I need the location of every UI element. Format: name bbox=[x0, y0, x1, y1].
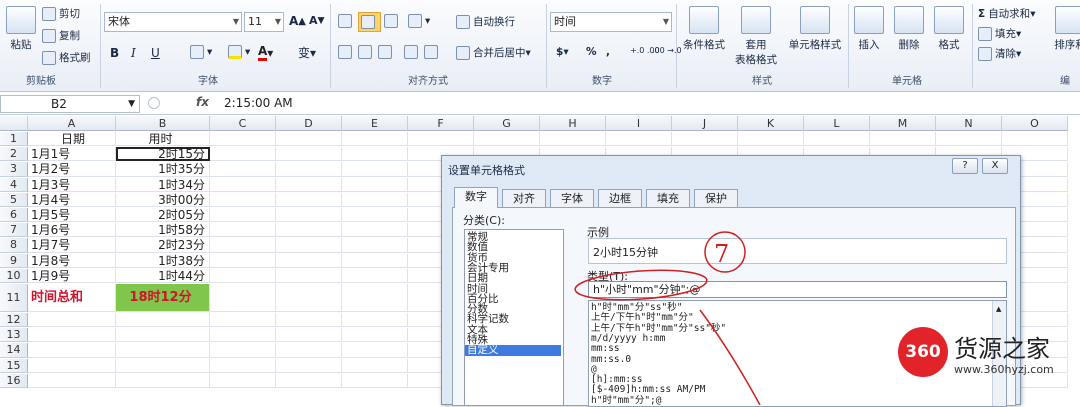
annotation-line bbox=[699, 309, 761, 405]
annotation-circle-type bbox=[574, 269, 708, 301]
annotation-number: 7 bbox=[714, 240, 729, 268]
tab-0[interactable]: 数字 bbox=[454, 187, 498, 208]
brand-name: 货源之家 bbox=[954, 335, 1050, 363]
watermark-logo: 360 货源之家 www.360hyzj.com bbox=[898, 327, 1080, 387]
brand-badge: 360 bbox=[898, 327, 948, 377]
brand-url: www.360hyzj.com bbox=[954, 363, 1054, 376]
